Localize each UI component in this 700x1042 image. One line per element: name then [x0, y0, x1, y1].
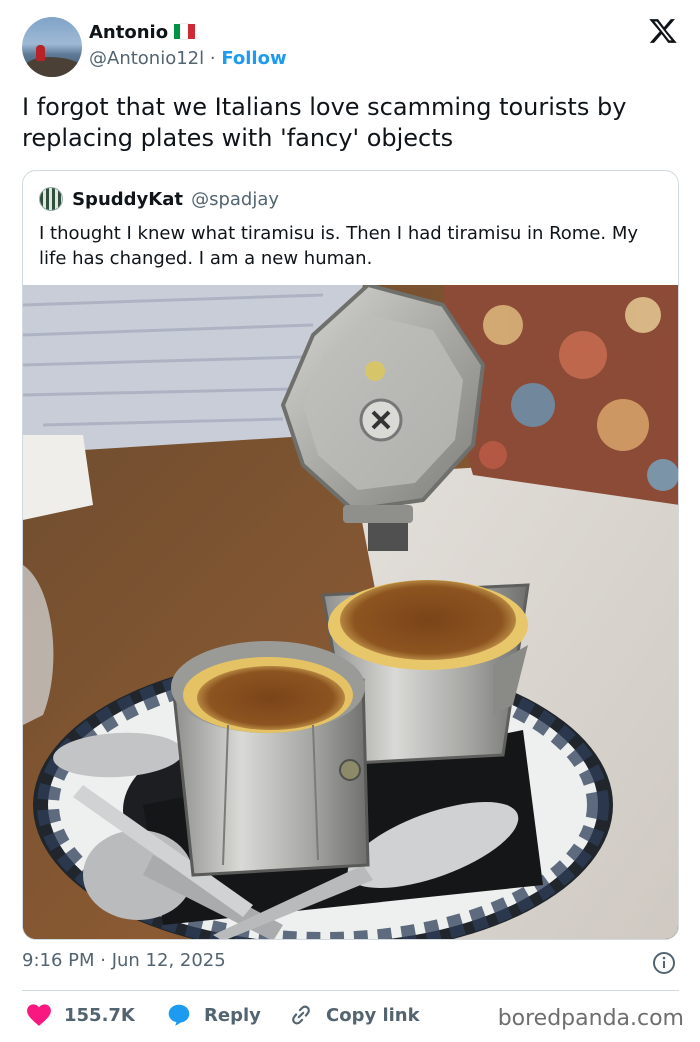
x-logo-icon[interactable]	[648, 16, 678, 46]
follow-button[interactable]: Follow	[221, 48, 286, 69]
quoted-avatar	[39, 187, 63, 211]
action-divider	[22, 990, 679, 991]
tweet-timestamp[interactable]: 9:16 PM · Jun 12, 2025	[22, 950, 226, 971]
author-avatar[interactable]	[22, 17, 82, 77]
italy-flag-icon	[174, 23, 196, 40]
quoted-header: SpuddyKat @spadjay	[39, 187, 279, 213]
author-handle-row: @Antonio12l · Follow	[89, 48, 287, 69]
reply-label: Reply	[204, 1004, 261, 1026]
watermark: boredpanda.com	[497, 1006, 684, 1031]
copy-link-button[interactable]: Copy link	[288, 1000, 420, 1030]
copy-link-label: Copy link	[326, 1004, 420, 1026]
tweet-text: I forgot that we Italians love scamming …	[22, 93, 627, 152]
quoted-author-name: SpuddyKat	[72, 188, 183, 210]
quoted-author-handle: @spadjay	[191, 188, 280, 210]
like-button[interactable]: 155.7K	[26, 1000, 135, 1030]
handle-separator: ·	[209, 48, 216, 69]
tweet-header: Antonio @Antonio12l · Follow	[22, 16, 682, 78]
author-handle[interactable]: @Antonio12l	[89, 48, 204, 69]
quoted-text: I thought I knew what tiramisu is. Then …	[39, 223, 639, 269]
tiramisu-photo[interactable]	[23, 285, 678, 939]
like-count: 155.7K	[64, 1004, 135, 1026]
link-icon	[292, 1005, 310, 1025]
quoted-tweet-card[interactable]: SpuddyKat @spadjay I thought I knew what…	[22, 170, 679, 940]
reply-bubble-icon	[168, 1004, 190, 1026]
author-name-row[interactable]: Antonio	[89, 22, 196, 43]
info-icon[interactable]	[652, 951, 676, 975]
heart-icon	[27, 1004, 51, 1026]
reply-button[interactable]: Reply	[166, 1000, 261, 1030]
author-name[interactable]: Antonio	[89, 22, 168, 43]
